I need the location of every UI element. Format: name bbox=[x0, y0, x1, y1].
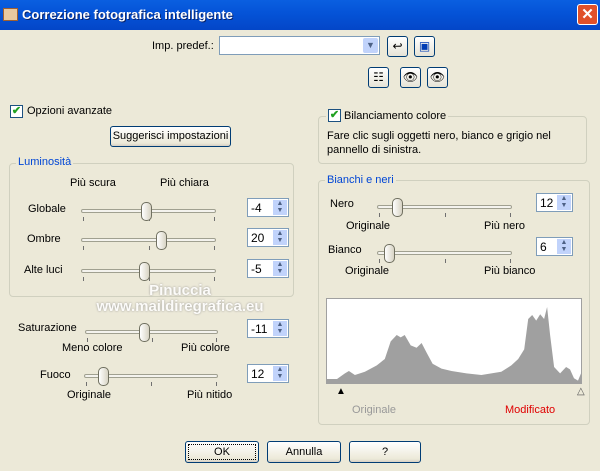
window-title: Correzione fotografica intelligente bbox=[22, 7, 233, 22]
shadows-slider-thumb[interactable] bbox=[155, 231, 167, 250]
chevron-down-icon: ▼ bbox=[363, 38, 378, 53]
shadows-spinbox[interactable]: 20 ▲ ▼ bbox=[247, 228, 289, 247]
modified-label: Modificato bbox=[505, 404, 556, 416]
black-point-marker-icon[interactable]: ▲ bbox=[336, 386, 346, 397]
spin-arrows-icon[interactable]: ▲ ▼ bbox=[273, 200, 287, 215]
shadows-label: Ombre bbox=[27, 233, 61, 245]
saturation-label: Saturazione bbox=[18, 322, 77, 334]
global-value: -4 bbox=[251, 201, 262, 215]
advanced-options-checkbox[interactable]: ✔ bbox=[10, 105, 23, 118]
advanced-options-label: Opzioni avanzate bbox=[27, 105, 112, 117]
close-button[interactable]: ✕ bbox=[577, 4, 598, 25]
slider-tick bbox=[86, 382, 87, 386]
darker-label: Più scura bbox=[70, 177, 116, 189]
cancel-button[interactable]: Annulla bbox=[267, 441, 341, 463]
layout-icon: ☷ bbox=[373, 70, 384, 84]
slider-tick bbox=[83, 277, 84, 281]
histogram-area bbox=[327, 307, 581, 383]
preview-lock-button[interactable]: 👁 bbox=[400, 67, 421, 88]
suggest-settings-button[interactable]: Suggerisci impostazioni bbox=[110, 126, 231, 147]
blacks-whites-legend: Bianchi e neri bbox=[325, 174, 396, 186]
color-balance-label: Bilanciamento colore bbox=[344, 109, 447, 122]
presets-combo[interactable]: ▼ bbox=[219, 36, 380, 55]
slider-tick bbox=[151, 382, 152, 386]
slider-tick bbox=[83, 217, 84, 221]
app-icon bbox=[3, 8, 18, 21]
white-point-marker-icon[interactable]: △ bbox=[577, 386, 585, 397]
help-button[interactable]: ? bbox=[349, 441, 421, 463]
saturation-max-label: Più colore bbox=[181, 342, 230, 354]
focus-value: 12 bbox=[251, 367, 265, 381]
global-slider-thumb[interactable] bbox=[140, 202, 152, 221]
color-balance-hint: Fare clic sugli oggetti nero, bianco e g… bbox=[327, 130, 551, 156]
global-label: Globale bbox=[28, 203, 66, 215]
spin-arrows-icon[interactable]: ▲ ▼ bbox=[273, 321, 287, 336]
slider-tick bbox=[214, 277, 215, 281]
spin-arrows-icon[interactable]: ▲ ▼ bbox=[273, 366, 287, 381]
highlights-value: -5 bbox=[251, 262, 262, 276]
spin-arrows-icon[interactable]: ▲ ▼ bbox=[273, 261, 287, 276]
spin-arrows-icon[interactable]: ▲ ▼ bbox=[273, 230, 287, 245]
focus-min-label: Originale bbox=[67, 389, 112, 401]
slider-tick bbox=[151, 338, 153, 342]
slider-tick bbox=[83, 246, 84, 250]
floppy-disk-icon: ▣ bbox=[418, 39, 431, 53]
original-label: Originale bbox=[352, 404, 397, 416]
eye-icon: 👁 bbox=[429, 70, 446, 84]
layout-button[interactable]: ☷ bbox=[368, 67, 389, 88]
focus-max-label: Più nitido bbox=[187, 389, 233, 401]
global-spinbox[interactable]: -4 ▲ ▼ bbox=[247, 198, 289, 217]
shadows-value: 20 bbox=[251, 231, 265, 245]
slider-tick bbox=[148, 246, 150, 250]
saturation-value: -11 bbox=[251, 322, 268, 336]
saturation-slider-track[interactable] bbox=[85, 330, 218, 334]
slider-tick bbox=[216, 382, 217, 386]
highlights-slider-thumb[interactable] bbox=[139, 262, 151, 281]
watermark: Pinuccia www.maildiregrafica.eu bbox=[96, 282, 264, 315]
color-balance-toggle[interactable]: ✔ Bilanciamento colore bbox=[326, 109, 449, 122]
presets-label: Imp. predef.: bbox=[152, 40, 214, 52]
highlights-spinbox[interactable]: -5 ▲ ▼ bbox=[247, 259, 289, 278]
histogram bbox=[326, 298, 582, 384]
color-balance-checkbox[interactable]: ✔ bbox=[328, 109, 341, 122]
slider-tick bbox=[214, 217, 215, 221]
eye-lock-icon: 👁 bbox=[402, 70, 419, 84]
focus-spinbox[interactable]: 12 ▲ ▼ bbox=[247, 364, 289, 383]
focus-slider-thumb[interactable] bbox=[97, 367, 109, 386]
restore-preset-button[interactable]: ↩ bbox=[387, 36, 408, 57]
highlights-label: Alte luci bbox=[24, 264, 63, 276]
saturation-min-label: Meno colore bbox=[62, 342, 123, 354]
ok-button[interactable]: OK bbox=[185, 441, 259, 463]
focus-label: Fuoco bbox=[40, 369, 71, 381]
lighter-label: Più chiara bbox=[160, 177, 209, 189]
slider-tick bbox=[214, 246, 215, 250]
undo-arrow-icon: ↩ bbox=[392, 39, 403, 53]
preview-button[interactable]: 👁 bbox=[427, 67, 448, 88]
shadows-slider-track[interactable] bbox=[81, 238, 216, 242]
saturation-slider-thumb[interactable] bbox=[138, 323, 150, 342]
save-preset-button[interactable]: ▣ bbox=[414, 36, 435, 57]
brightness-legend: Luminosità bbox=[16, 156, 74, 168]
saturation-spinbox[interactable]: -11 ▲ ▼ bbox=[247, 319, 289, 338]
